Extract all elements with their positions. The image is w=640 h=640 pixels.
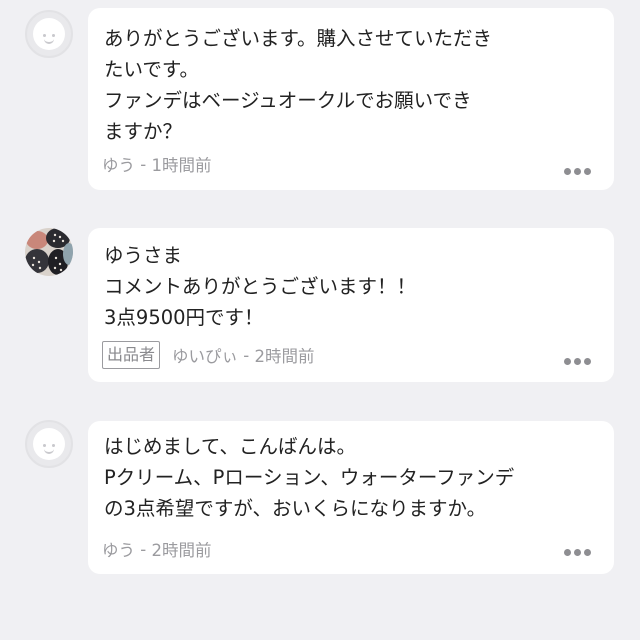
- comment-meta: 出品者 ゆいぴぃ - 2時間前: [102, 341, 314, 369]
- avatar-eye: [52, 34, 55, 37]
- avatar-face: [33, 18, 65, 50]
- comment-time: 2時間前: [254, 347, 315, 366]
- comment-meta: ゆう - 2時間前: [102, 537, 211, 561]
- avatar-eye: [52, 444, 55, 447]
- comment-user-name[interactable]: ゆう: [102, 152, 135, 176]
- comment-text: ゆうさま コメントありがとうございます！！ 3点9500円です！: [104, 244, 417, 329]
- default-avatar-icon[interactable]: [25, 420, 73, 468]
- more-options-icon[interactable]: [564, 358, 592, 366]
- avatar-mouth: [44, 449, 54, 454]
- comment-user-name[interactable]: ゆいぴぃ: [172, 343, 238, 367]
- comment-time: 2時間前: [151, 541, 212, 560]
- avatar-eye: [43, 34, 46, 37]
- avatar-pattern: [25, 228, 73, 276]
- seller-badge: 出品者: [102, 341, 161, 369]
- more-options-icon[interactable]: [564, 549, 592, 557]
- comment-user-name[interactable]: ゆう: [102, 537, 135, 561]
- default-avatar-icon[interactable]: [25, 10, 73, 58]
- comment-bubble: ありがとうございます。購入させていただき たいです。 ファンデはベージュオークル…: [88, 8, 614, 190]
- comment-text: ありがとうございます。購入させていただき たいです。 ファンデはベージュオークル…: [104, 27, 493, 143]
- comment-text: はじめまして、こんばんは。 Pクリーム、Pローション、ウォーターファンデ の3点…: [104, 435, 515, 520]
- comment-bubble: はじめまして、こんばんは。 Pクリーム、Pローション、ウォーターファンデ の3点…: [88, 421, 614, 574]
- comment-meta: ゆう - 1時間前: [102, 152, 211, 176]
- comment-bubble: ゆうさま コメントありがとうございます！！ 3点9500円です！ 出品者 ゆいぴ…: [88, 228, 614, 382]
- meta-separator: -: [238, 345, 255, 365]
- seller-avatar-photo[interactable]: [25, 228, 73, 276]
- more-options-icon[interactable]: [564, 168, 592, 176]
- meta-separator: -: [135, 539, 152, 559]
- avatar-face: [33, 428, 65, 460]
- meta-separator: -: [135, 154, 152, 174]
- comment-time: 1時間前: [151, 156, 212, 175]
- avatar-mouth: [44, 39, 54, 44]
- avatar-eye: [43, 444, 46, 447]
